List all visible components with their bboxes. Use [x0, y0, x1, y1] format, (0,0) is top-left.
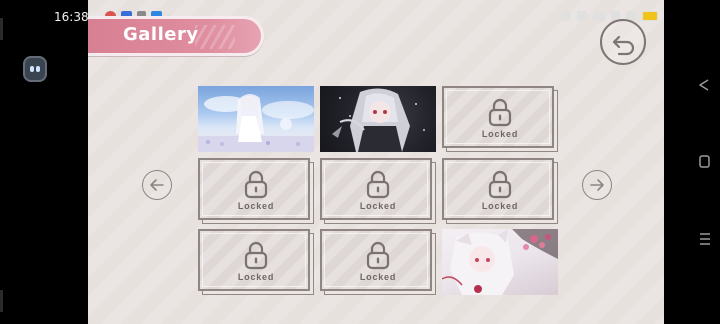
title-banner: Gallery: [88, 16, 264, 56]
lock-icon: [244, 170, 268, 199]
gallery-image-2[interactable]: [320, 86, 436, 152]
eye-icon: [30, 66, 34, 72]
gallery-image-9[interactable]: [442, 229, 558, 295]
floating-assistant-icon[interactable]: [23, 56, 47, 82]
lock-icon: [488, 170, 512, 199]
next-page-button[interactable]: [582, 170, 612, 200]
nav-home-icon[interactable]: [699, 155, 710, 168]
tile-frame: Locked: [198, 158, 310, 220]
locked-tile[interactable]: Locked: [320, 158, 436, 224]
eye-icon: [36, 66, 40, 72]
locked-tile[interactable]: Locked: [442, 86, 558, 152]
gallery-image-1[interactable]: [198, 86, 314, 152]
locked-label: Locked: [359, 272, 397, 282]
status-time: 16:38: [54, 10, 89, 24]
tile-frame: Locked: [198, 229, 310, 291]
lock-icon: [488, 98, 512, 127]
system-icons: [561, 11, 658, 21]
gallery-grid: Locked Locked Locked Locked Locked Locke…: [198, 86, 562, 298]
locked-tile[interactable]: Locked: [320, 229, 436, 295]
locked-label: Locked: [481, 201, 519, 211]
arrow-right-icon: [590, 179, 604, 191]
nav-recents-icon[interactable]: [700, 233, 710, 245]
lock-icon: [366, 241, 390, 270]
lock-icon: [366, 170, 390, 199]
locked-label: Locked: [481, 129, 519, 139]
banner-decoration: [195, 25, 235, 49]
tile-frame: Locked: [442, 158, 554, 220]
locked-label: Locked: [359, 201, 397, 211]
lock-icon: [244, 241, 268, 270]
arrow-left-icon: [150, 179, 164, 191]
locked-tile[interactable]: Locked: [198, 158, 314, 224]
back-button[interactable]: [600, 19, 646, 65]
tile-frame: Locked: [442, 86, 554, 148]
system-navigation-bar: [664, 0, 720, 324]
undo-arrow-icon: [612, 35, 635, 56]
wifi-icon: [593, 11, 605, 21]
edge-indicator: [0, 18, 3, 40]
game-screen: Gallery Locked Locked Locked Locked Lock…: [88, 0, 664, 324]
alarm-icon: [561, 11, 571, 21]
vibrate-icon: [577, 11, 587, 21]
left-device-strip: [0, 0, 88, 324]
locked-tile[interactable]: Locked: [198, 229, 314, 295]
locked-label: Locked: [237, 201, 275, 211]
locked-tile[interactable]: Locked: [442, 158, 558, 224]
tile-frame: Locked: [320, 158, 432, 220]
tile-frame: Locked: [320, 229, 432, 291]
battery-icon: [642, 11, 658, 21]
locked-label: Locked: [237, 272, 275, 282]
page-title: Gallery: [123, 24, 199, 45]
previous-page-button[interactable]: [142, 170, 172, 200]
nav-back-icon[interactable]: [699, 79, 709, 91]
edge-indicator: [0, 290, 3, 312]
